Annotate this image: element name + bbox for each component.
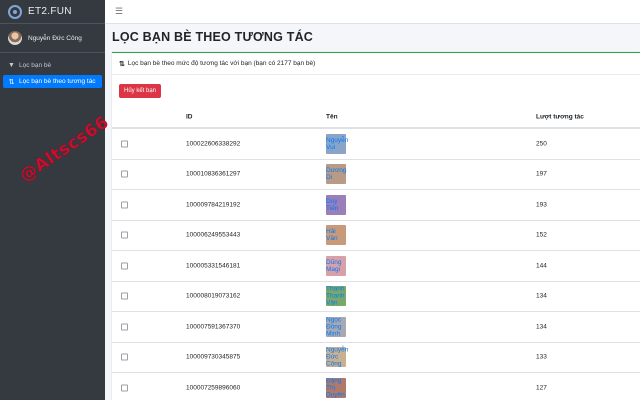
sidebar-nav: ▼ Lọc bạn bè ⇅ Lọc bạn bè theo tương tác bbox=[0, 53, 105, 97]
header-count[interactable]: Lượt tương tác bbox=[536, 114, 584, 121]
table-row: 100009730345875 Nguyễn Đức Công 133 bbox=[112, 343, 640, 373]
row-checkbox[interactable] bbox=[121, 384, 128, 392]
friend-name-link[interactable]: Duy Tiến bbox=[326, 198, 338, 212]
row-checkbox[interactable] bbox=[121, 201, 128, 209]
table-row: 100009784219192 Duy Tiến 193 bbox=[112, 190, 640, 221]
row-id: 100006249553443 bbox=[186, 231, 241, 239]
header-id[interactable]: ID bbox=[186, 114, 193, 121]
user-name: Nguyễn Đức Công bbox=[28, 34, 82, 42]
sidebar-item-filter-friends[interactable]: ▼ Lọc bạn bè bbox=[3, 59, 102, 72]
brand[interactable]: ET2.FUN bbox=[0, 0, 105, 24]
top-navbar: ☰ bbox=[105, 0, 640, 24]
row-checkbox[interactable] bbox=[121, 262, 128, 270]
card-header-text: Lọc bạn bè theo mức độ tương tác với bạn… bbox=[127, 60, 316, 67]
row-interaction-count: 134 bbox=[536, 292, 547, 300]
table-header: ID Tên Lượt tương tác bbox=[112, 107, 640, 129]
brand-name: ET2.FUN bbox=[28, 6, 72, 17]
row-checkbox[interactable] bbox=[121, 140, 128, 148]
table-row: 100005331546181 Dũng Magi 144 bbox=[112, 251, 640, 282]
hamburger-menu-icon[interactable]: ☰ bbox=[115, 6, 123, 17]
row-interaction-count: 152 bbox=[536, 231, 547, 239]
friend-name-link[interactable]: Dũng Magi bbox=[326, 259, 342, 273]
row-checkbox[interactable] bbox=[121, 170, 128, 178]
table-row: 100006249553443 Hải Vân 152 bbox=[112, 221, 640, 251]
row-interaction-count: 134 bbox=[536, 323, 547, 331]
row-checkbox[interactable] bbox=[121, 231, 128, 239]
table-row: 100008019073162 Thanh Thanh Vân 134 bbox=[112, 282, 640, 312]
unfriend-button[interactable]: Hủy kết bạn bbox=[119, 84, 162, 98]
sidebar-item-label: Lọc bạn bè theo tương tác bbox=[19, 78, 96, 85]
table-row: 100007591367370 Ngọc Đồng Minh 134 bbox=[112, 312, 640, 343]
friend-name-link[interactable]: Nguyễn Đức Công bbox=[326, 347, 348, 368]
sidebar-item-label: Lọc bạn bè bbox=[19, 62, 52, 69]
row-interaction-count: 133 bbox=[536, 353, 547, 361]
sort-icon: ⇅ bbox=[119, 60, 125, 68]
row-checkbox[interactable] bbox=[121, 353, 128, 361]
row-interaction-count: 193 bbox=[536, 201, 547, 209]
row-id: 100009784219192 bbox=[186, 201, 241, 209]
row-checkbox[interactable] bbox=[121, 323, 128, 331]
row-id: 100007259896060 bbox=[186, 384, 241, 392]
row-id: 100022606338292 bbox=[186, 140, 241, 148]
friend-name-link[interactable]: Ngọc Đồng Minh bbox=[326, 316, 342, 337]
brand-logo-icon bbox=[8, 4, 22, 19]
row-id: 100008019073162 bbox=[186, 292, 241, 300]
row-id: 100009730345875 bbox=[186, 353, 241, 361]
friends-table: ID Tên Lượt tương tác 100022606338292 Ngu… bbox=[112, 107, 640, 400]
row-id: 100007591367370 bbox=[186, 323, 241, 331]
table-row: 100010836361297 Dương Di 197 bbox=[112, 160, 640, 190]
table-row: 100022606338292 Nguyễn Vui 250 bbox=[112, 129, 640, 160]
row-id: 100010836361297 bbox=[186, 170, 241, 178]
friend-name-link[interactable]: Hải Vân bbox=[326, 228, 338, 242]
filter-icon: ▼ bbox=[8, 62, 15, 69]
user-panel[interactable]: Nguyễn Đức Công bbox=[0, 24, 105, 53]
page-title: LỌC BẠN BÈ THEO TƯƠNG TÁC bbox=[112, 30, 314, 44]
row-id: 100005331546181 bbox=[186, 262, 241, 270]
header-name[interactable]: Tên bbox=[326, 114, 338, 121]
row-interaction-count: 197 bbox=[536, 170, 547, 178]
avatar bbox=[8, 31, 22, 45]
sort-icon: ⇅ bbox=[8, 78, 15, 86]
friend-name-link[interactable]: Thanh Thanh Vân bbox=[326, 286, 344, 307]
row-interaction-count: 250 bbox=[536, 140, 547, 148]
table-row: 100007259896060 Đặng Thị Duyên 127 bbox=[112, 373, 640, 400]
row-checkbox[interactable] bbox=[121, 292, 128, 300]
content-card: ⇅ Lọc bạn bè theo mức độ tương tác với b… bbox=[112, 52, 640, 400]
friend-name-link[interactable]: Nguyễn Vui bbox=[326, 137, 348, 151]
card-header: ⇅ Lọc bạn bè theo mức độ tương tác với b… bbox=[112, 53, 640, 75]
friend-name-link[interactable]: Dương Di bbox=[326, 167, 347, 181]
sidebar-item-filter-by-interaction[interactable]: ⇅ Lọc bạn bè theo tương tác bbox=[3, 75, 102, 88]
row-interaction-count: 127 bbox=[536, 384, 547, 392]
row-interaction-count: 144 bbox=[536, 262, 547, 270]
sidebar: ET2.FUN Nguyễn Đức Công ▼ Lọc bạn bè ⇅ L… bbox=[0, 0, 105, 400]
friend-name-link[interactable]: Đặng Thị Duyên bbox=[326, 377, 345, 398]
